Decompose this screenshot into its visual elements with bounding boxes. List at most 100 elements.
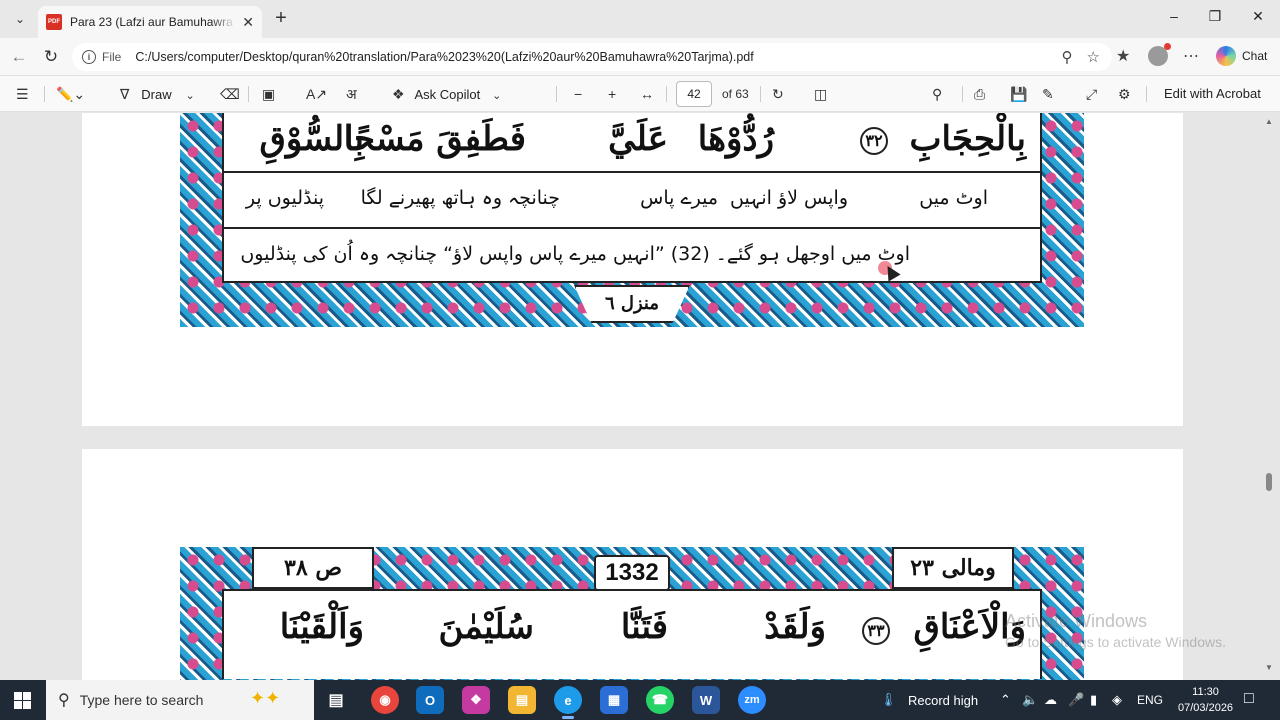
- pdf-page-1: بِالْحِجَابِ ٣٢ رُدُّوْهَا عَلَيَّ فَطَف…: [82, 113, 1183, 426]
- pdf-toolbar: ☰ ✏️⌄ ∇ Draw ⌄ ⌫ ▣ A↗ अ ❖ Ask Copilot ⌄ …: [0, 76, 1280, 112]
- word-translation: اوٹ میں: [919, 187, 988, 209]
- url-field[interactable]: i File C:/Users/computer/Desktop/quran%2…: [72, 43, 1112, 71]
- ask-copilot-label: Ask Copilot: [414, 87, 481, 102]
- rotate-icon[interactable]: ↻: [772, 84, 784, 104]
- fit-width-icon[interactable]: ↔: [640, 84, 654, 104]
- save-as-icon[interactable]: ✎: [1042, 84, 1054, 104]
- maximize-icon[interactable]: ❐: [1205, 8, 1225, 25]
- search-placeholder: Type here to search: [79, 692, 204, 708]
- info-icon[interactable]: i: [82, 50, 96, 64]
- draw-icon: ∇: [120, 86, 130, 102]
- read-aloud-icon[interactable]: A↗: [306, 84, 327, 104]
- pdf-viewer[interactable]: بِالْحِجَابِ ٣٢ رُدُّوْهَا عَلَيَّ فَطَف…: [0, 113, 1280, 680]
- clock-date: 07/03/2026: [1178, 702, 1234, 714]
- minimize-icon[interactable]: –: [1164, 8, 1184, 24]
- close-tab-icon[interactable]: ✕: [242, 14, 254, 31]
- notifications-icon[interactable]: □: [1244, 690, 1254, 708]
- onedrive-icon[interactable]: ☁: [1044, 692, 1057, 708]
- draw-label: Draw: [141, 87, 172, 102]
- ask-copilot-button[interactable]: ❖ Ask Copilot ⌄: [392, 84, 501, 104]
- outlook-icon[interactable]: O: [416, 686, 444, 714]
- zoom-out-icon[interactable]: −: [574, 84, 582, 104]
- draw-button[interactable]: ∇ Draw ⌄: [120, 84, 195, 104]
- zoom-icon[interactable]: ⚲: [1062, 48, 1073, 66]
- fullscreen-icon[interactable]: ⤢: [1086, 84, 1097, 104]
- page-view-icon[interactable]: ◫: [814, 84, 827, 104]
- clock[interactable]: 11:30 07/03/2026: [1178, 684, 1233, 716]
- verse-number-icon: ٣٢: [860, 127, 888, 155]
- arabic-word: فَتَنَّا: [620, 607, 668, 647]
- address-bar: ← ↻ i File C:/Users/computer/Desktop/qur…: [0, 38, 1280, 76]
- windows-start-icon[interactable]: [14, 692, 31, 709]
- thermometer-icon: 🌡: [880, 692, 897, 707]
- battery-icon[interactable]: ▮: [1090, 692, 1097, 708]
- copilot-app-icon[interactable]: ❖: [462, 686, 490, 714]
- zoom-app-icon[interactable]: zm: [738, 686, 766, 714]
- favorite-star-icon[interactable]: ☆: [1087, 48, 1100, 66]
- word-icon[interactable]: W: [692, 686, 720, 714]
- arabic-word: فَطَفِقَ مَسْحًا: [343, 119, 526, 159]
- sparkle-icon: ✦✦: [250, 688, 281, 708]
- page-number-input[interactable]: 42: [676, 81, 712, 107]
- word-translation: میرے پاس: [640, 187, 718, 209]
- search-icon: ⚲: [58, 692, 70, 709]
- profile-avatar[interactable]: [1148, 43, 1171, 66]
- favorites-icon[interactable]: ★: [1116, 46, 1130, 66]
- edge-icon[interactable]: e: [554, 686, 582, 719]
- text-box-icon[interactable]: ▣: [262, 84, 275, 104]
- scroll-thumb[interactable]: [1266, 473, 1272, 491]
- surah-label: ص ٣٨: [252, 547, 374, 589]
- scroll-up-icon[interactable]: ▲: [1265, 117, 1273, 126]
- refresh-icon[interactable]: ↻: [40, 46, 62, 68]
- clock-time: 11:30: [1192, 686, 1219, 698]
- arabic-word: عَلَيَّ: [608, 119, 668, 159]
- tab-pdf[interactable]: PDF Para 23 (Lafzi aur Bamuhawra Tarjma)…: [38, 6, 262, 38]
- arabic-word: بِالسُّوْقِ: [259, 119, 364, 159]
- word-translation-row: اوٹ میں واپس لاؤ انہیں میرے پاس چنانچہ و…: [222, 171, 1042, 229]
- chevron-up-icon[interactable]: ⌃: [1000, 692, 1011, 708]
- store-icon[interactable]: ▦: [600, 686, 628, 714]
- volume-icon[interactable]: 🔈: [1022, 692, 1038, 708]
- contents-icon[interactable]: ☰: [16, 84, 29, 104]
- url-text[interactable]: C:/Users/computer/Desktop/quran%20transl…: [135, 50, 753, 64]
- chevron-down-icon: ⌄: [185, 90, 195, 102]
- vertical-scrollbar[interactable]: ▲ ▼: [1262, 113, 1276, 680]
- file-explorer-icon[interactable]: ▤: [508, 686, 536, 714]
- word-translation: واپس لاؤ انہیں: [730, 187, 848, 209]
- highlight-icon[interactable]: ✏️⌄: [56, 84, 85, 104]
- copilot-icon[interactable]: [1216, 46, 1236, 66]
- task-view-icon[interactable]: ▤: [322, 686, 350, 714]
- taskbar: ⚲ Type here to search ✦✦ ▤ ◉ O ❖ ▤ e ▦ ☎…: [0, 680, 1280, 720]
- back-icon[interactable]: ←: [8, 46, 30, 68]
- tab-actions-chevron-icon[interactable]: ⌄: [8, 7, 32, 31]
- save-icon[interactable]: 💾: [1010, 84, 1027, 104]
- arabic-word: بِالْحِجَابِ: [909, 119, 1026, 159]
- tab-title: Para 23 (Lafzi aur Bamuhawra Tarjma).pdf: [70, 15, 236, 29]
- arabic-word: وَلَقَدْ: [764, 607, 826, 647]
- chrome-icon[interactable]: ◉: [371, 686, 399, 714]
- microphone-icon[interactable]: 🎤: [1068, 692, 1084, 708]
- whatsapp-icon[interactable]: ☎: [646, 686, 674, 714]
- pdf-icon: PDF: [46, 14, 62, 30]
- chat-label[interactable]: Chat: [1242, 49, 1267, 63]
- close-window-icon[interactable]: ✕: [1248, 8, 1268, 25]
- para-label: ومالی ٢٣: [892, 547, 1014, 589]
- wifi-icon[interactable]: ◈: [1112, 692, 1122, 708]
- weather-label[interactable]: Record high: [908, 693, 978, 708]
- new-tab-icon[interactable]: +: [270, 8, 292, 30]
- more-options-icon[interactable]: ⋯: [1183, 46, 1199, 66]
- settings-gear-icon[interactable]: ⚙: [1118, 84, 1131, 104]
- translate-icon[interactable]: अ: [346, 84, 357, 104]
- eraser-icon[interactable]: ⌫: [220, 84, 240, 104]
- edit-with-acrobat-button[interactable]: Edit with Acrobat: [1164, 84, 1261, 104]
- language-indicator[interactable]: ENG: [1137, 693, 1163, 707]
- zoom-in-icon[interactable]: +: [608, 84, 616, 104]
- print-icon[interactable]: ⎙: [974, 84, 985, 104]
- scroll-down-icon[interactable]: ▼: [1265, 663, 1273, 672]
- copilot-outline-icon: ❖: [392, 86, 405, 102]
- full-translation: اوٹ میں اوجھل ہو گئے۔ (32) ”انہیں میرے پ…: [240, 243, 910, 265]
- find-icon[interactable]: ⚲: [932, 84, 942, 104]
- word-translation: پنڈلیوں پر: [245, 187, 324, 209]
- arabic-verse-row: وَالْاَعْنَاقِ ٣٣ وَلَقَدْ فَتَنَّا سُلَ…: [222, 589, 1042, 679]
- url-prefix: File: [102, 50, 122, 64]
